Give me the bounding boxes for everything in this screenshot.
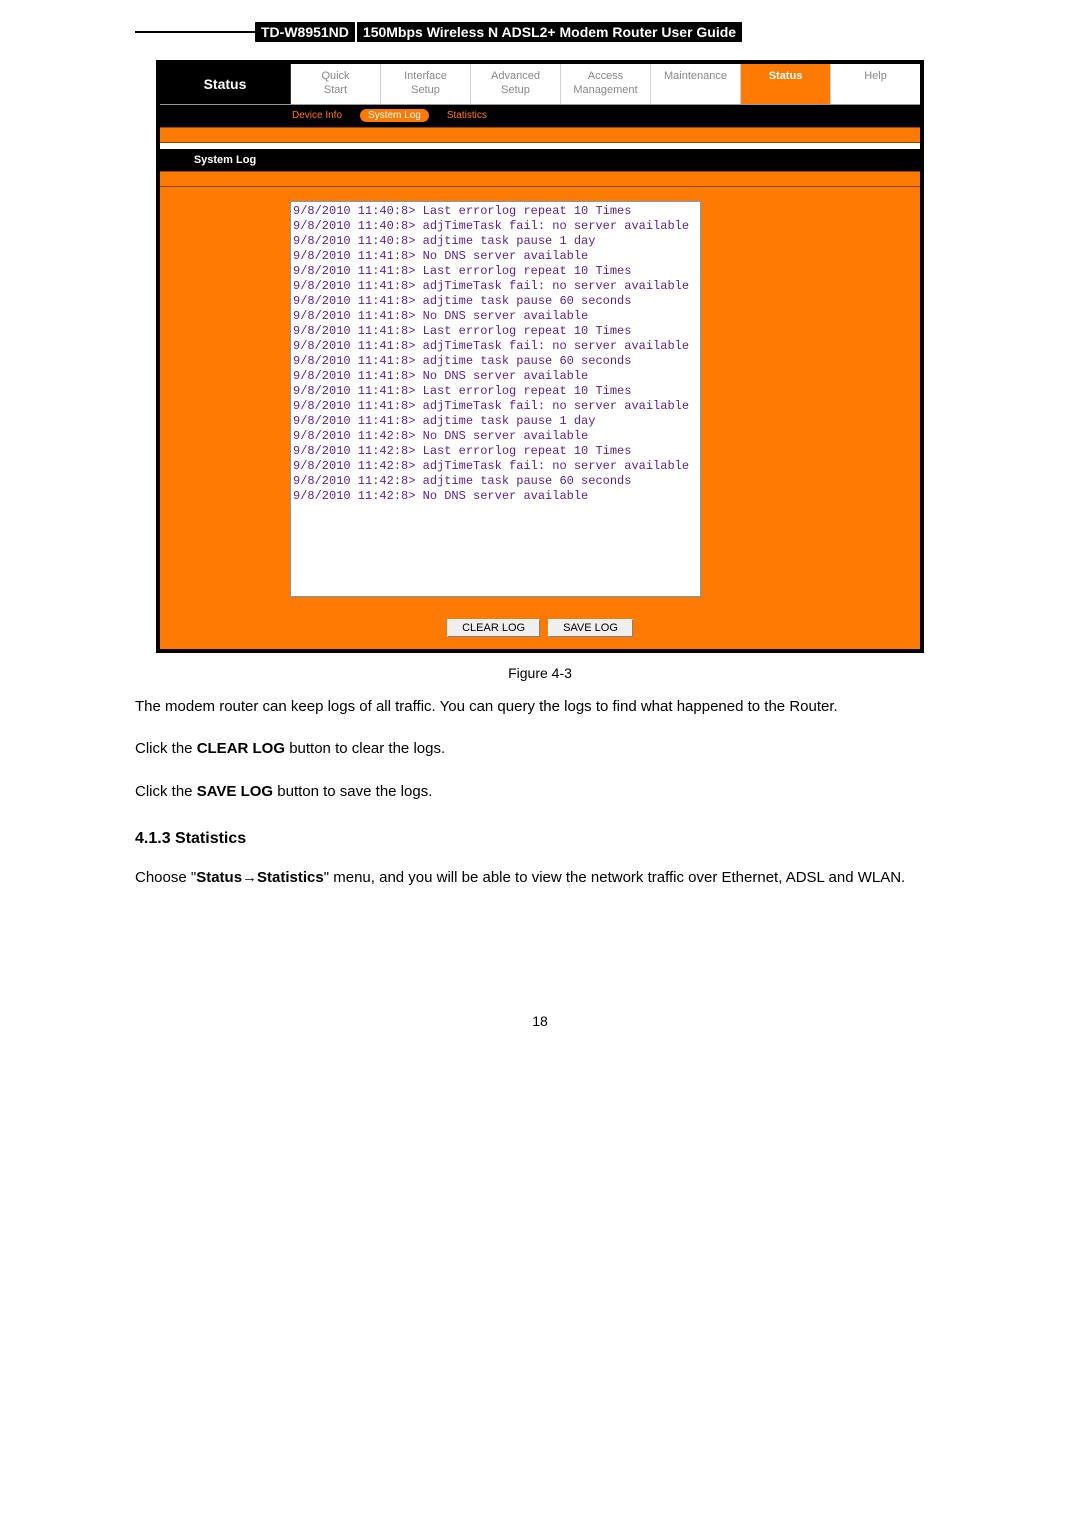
nav-label: Advanced <box>475 70 556 84</box>
text: ADSL and WLAN. <box>786 869 906 886</box>
nav-label: Help <box>835 70 916 84</box>
nav-label: Interface <box>385 70 466 84</box>
section-label: System Log <box>160 154 290 166</box>
bold: Status <box>196 869 242 886</box>
text: " menu, and you will be able to view the… <box>324 869 783 886</box>
text: button to clear the logs. <box>285 740 445 757</box>
nav-quick-start[interactable]: Quick Start <box>291 64 381 104</box>
subnav-statistics[interactable]: Statistics <box>447 110 487 121</box>
divider-strip <box>160 127 920 143</box>
nav-status[interactable]: Status <box>741 64 831 104</box>
button-row: CLEAR LOG SAVE LOG <box>160 609 920 649</box>
text: button to save the logs. <box>273 783 432 800</box>
nav-maintenance[interactable]: Maintenance <box>651 64 741 104</box>
nav-label: Setup <box>475 84 556 98</box>
doc-header: TD-W8951ND 150Mbps Wireless N ADSL2+ Mod… <box>135 20 945 42</box>
section-heading: 4.1.3 Statistics <box>135 830 945 848</box>
arrow-icon: → <box>242 869 257 886</box>
nav-label: Start <box>295 84 376 98</box>
nav-label: Management <box>565 84 646 98</box>
text: Click the <box>135 783 197 800</box>
system-log-textarea[interactable] <box>290 201 701 597</box>
log-panel <box>160 187 920 609</box>
figure-caption: Figure 4-3 <box>135 665 945 681</box>
subnav-system-log[interactable]: System Log <box>360 110 429 121</box>
text: Choose " <box>135 869 196 886</box>
paragraph: Click the SAVE LOG button to save the lo… <box>135 778 945 807</box>
secondary-nav: Device Info System Log Statistics <box>160 105 920 127</box>
paragraph: Choose "Status→Statistics" menu, and you… <box>135 864 945 893</box>
nav-label: Access <box>565 70 646 84</box>
divider-strip <box>160 171 920 187</box>
text: Router. <box>789 698 837 715</box>
paragraph: Click the CLEAR LOG button to clear the … <box>135 735 945 764</box>
nav-advanced-setup[interactable]: Advanced Setup <box>471 64 561 104</box>
text: The modem router can keep logs of all tr… <box>135 698 785 715</box>
nav-help[interactable]: Help <box>831 64 920 104</box>
paragraph: The modem router can keep logs of all tr… <box>135 693 945 722</box>
nav-side-label: Status <box>160 64 291 104</box>
header-rule <box>135 20 255 33</box>
page-number: 18 <box>135 1013 945 1029</box>
nav-label: Setup <box>385 84 466 98</box>
subnav-device-info[interactable]: Device Info <box>292 110 342 121</box>
nav-label: Status <box>745 70 826 84</box>
section-header: System Log <box>160 149 920 171</box>
clear-log-button[interactable]: CLEAR LOG <box>447 619 540 637</box>
router-screenshot: Status Quick Start Interface Setup Advan… <box>156 60 924 653</box>
model-badge: TD-W8951ND <box>255 22 355 42</box>
doc-title: 150Mbps Wireless N ADSL2+ Modem Router U… <box>357 22 742 42</box>
bold: Statistics <box>257 869 324 886</box>
subnav-label: System Log <box>360 109 429 122</box>
primary-nav: Status Quick Start Interface Setup Advan… <box>160 64 920 105</box>
nav-interface-setup[interactable]: Interface Setup <box>381 64 471 104</box>
bold: CLEAR LOG <box>197 740 285 757</box>
save-log-button[interactable]: SAVE LOG <box>548 619 633 637</box>
nav-access-management[interactable]: Access Management <box>561 64 651 104</box>
nav-label: Quick <box>295 70 376 84</box>
bold: SAVE LOG <box>197 783 273 800</box>
text: Click the <box>135 740 197 757</box>
nav-label: Maintenance <box>655 70 736 84</box>
